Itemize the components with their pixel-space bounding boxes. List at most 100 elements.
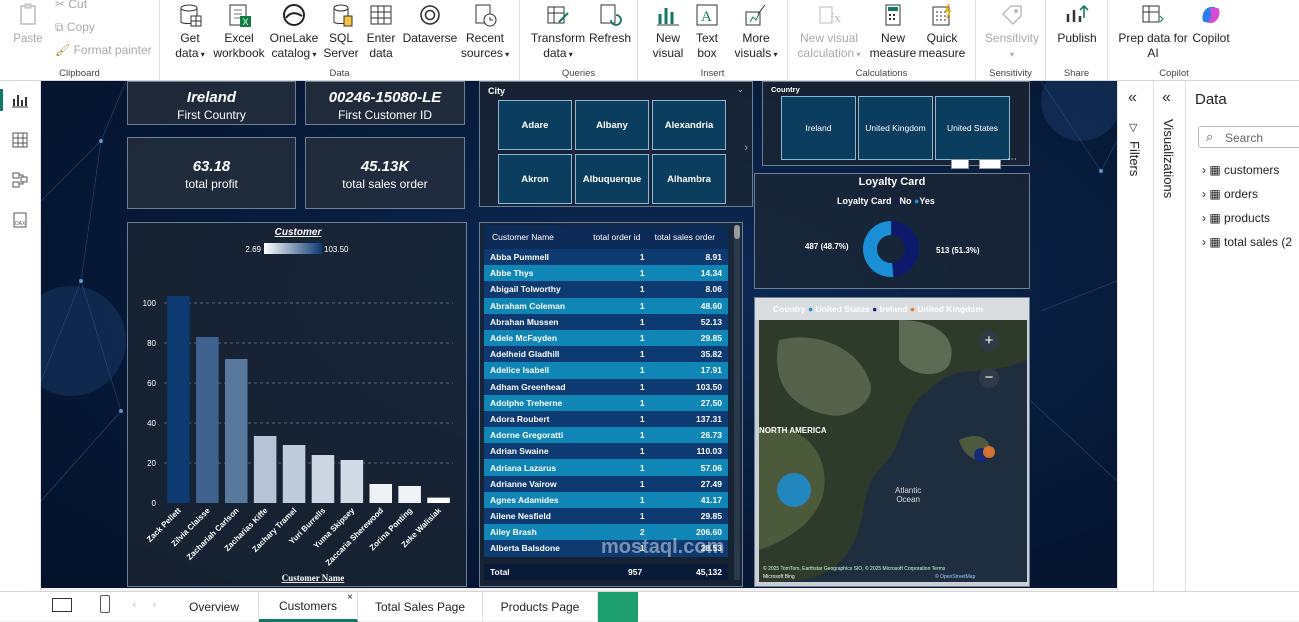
prev-page-icon[interactable]: ‹ xyxy=(133,599,136,609)
table-row[interactable]: Adriana Lazarus 1 57.06 xyxy=(484,459,728,476)
city-tile[interactable]: Akron xyxy=(498,154,572,204)
more-options-icon[interactable]: ⋯ xyxy=(1007,154,1017,165)
dataverse-button[interactable]: Dataverse xyxy=(400,2,460,46)
copilot-button[interactable]: Copilot xyxy=(1188,2,1234,46)
zoom-in-icon[interactable]: + xyxy=(979,331,999,351)
donut-slice-yes[interactable] xyxy=(863,221,894,277)
new-measure-button[interactable]: New measure xyxy=(868,2,918,61)
bar[interactable] xyxy=(311,455,335,503)
bar[interactable] xyxy=(224,359,248,503)
table-row[interactable]: Adrian Swaine 1 110.03 xyxy=(484,443,728,460)
table-row[interactable]: Adelheid Gladhill 1 35.82 xyxy=(484,346,728,363)
bar[interactable] xyxy=(340,460,364,503)
close-tab-icon[interactable]: × xyxy=(347,592,353,603)
dax-query-view-icon[interactable]: DAX xyxy=(11,211,29,229)
prep-data-ai-button[interactable]: Prep data for AI xyxy=(1114,2,1192,61)
visualizations-pane-collapsed[interactable]: « Visualizations xyxy=(1153,81,1185,591)
onelake-catalog-button[interactable]: OneLake catalog ▾ xyxy=(268,2,320,62)
table-row[interactable]: Abigail Tolworthy 1 8.06 xyxy=(484,281,728,298)
data-table-item[interactable]: › ▦ orders xyxy=(1202,187,1258,201)
country-tile[interactable]: United States xyxy=(935,96,1010,160)
customer-bar-chart[interactable]: Customer 2.69 103.50 0 20 40 60 80 100 Zack Pelle… xyxy=(127,222,467,587)
tab-customers[interactable]: Customers × xyxy=(259,592,358,622)
tab-total-sales[interactable]: Total Sales Page xyxy=(358,592,483,622)
table-row[interactable]: Adora Roubert 1 137.31 xyxy=(484,410,728,428)
filters-pane-collapsed[interactable]: « ▽ Filters xyxy=(1117,81,1153,591)
publish-button[interactable]: Publish xyxy=(1054,2,1100,46)
next-page-icon[interactable]: › xyxy=(153,599,156,609)
table-row[interactable]: Ailene Nesfield 1 29.85 xyxy=(484,508,728,525)
table-row[interactable]: Abba Pummell 1 8.91 xyxy=(484,249,728,266)
enter-data-button[interactable]: Enter data xyxy=(360,2,402,61)
more-visuals-button[interactable]: More visuals ▾ xyxy=(730,2,782,62)
recent-sources-button[interactable]: Recent sources ▾ xyxy=(458,2,512,62)
expand-visualizations-icon[interactable]: « xyxy=(1162,89,1171,107)
column-header[interactable]: total sales order xyxy=(650,225,728,249)
mobile-layout-icon[interactable] xyxy=(100,595,110,613)
city-tile[interactable]: Albany xyxy=(575,100,649,150)
country-tile[interactable]: United Kingdom xyxy=(858,96,933,160)
table-view-icon[interactable] xyxy=(11,131,29,149)
table-row[interactable]: Abbe Thys 1 14.34 xyxy=(484,265,728,282)
slicer-scroll-right-icon[interactable]: › xyxy=(744,142,748,154)
table-row[interactable]: Adorne Gregoratti 1 26.73 xyxy=(484,427,728,444)
bar[interactable] xyxy=(282,445,306,503)
bar[interactable] xyxy=(253,436,277,503)
data-table-item[interactable]: › ▦ customers xyxy=(1202,163,1279,177)
copy-button[interactable]: ⧉ Copy xyxy=(55,20,95,35)
tab-products[interactable]: Products Page xyxy=(483,592,598,622)
country-slicer[interactable]: Country Ireland United Kingdom United Stat… xyxy=(762,81,1030,169)
report-view-icon[interactable] xyxy=(11,91,29,109)
first-customer-id-card[interactable]: 00246-15080-LE First Customer ID xyxy=(305,81,465,125)
country-tile[interactable]: Ireland xyxy=(781,96,856,160)
expand-filters-icon[interactable]: « xyxy=(1128,89,1137,107)
new-visual-calculation-button[interactable]: fx New visual calculation ▾ xyxy=(794,2,864,62)
map-bubble-uk[interactable] xyxy=(983,446,995,458)
table-scrollbar[interactable] xyxy=(734,225,740,580)
donut-slice-no[interactable] xyxy=(891,221,920,277)
first-country-card[interactable]: Ireland First Country xyxy=(127,81,296,125)
city-tile[interactable]: Adare xyxy=(498,100,572,150)
customer-table[interactable]: Customer Name total order id total sales o… xyxy=(479,222,743,587)
sensitivity-button[interactable]: Sensitivity ▾ xyxy=(982,2,1042,62)
filter-visual-icon[interactable] xyxy=(951,159,969,169)
total-sales-card[interactable]: 45.13K total sales order xyxy=(305,137,465,209)
table-row[interactable]: Adele McFayden 1 29.85 xyxy=(484,329,728,347)
table-row[interactable]: Adolphe Treherne 1 27.50 xyxy=(484,394,728,411)
cut-button[interactable]: ✂ Cut xyxy=(55,0,87,11)
model-view-icon[interactable] xyxy=(11,171,29,189)
focus-mode-icon[interactable] xyxy=(979,159,1001,169)
paste-button[interactable]: Paste xyxy=(10,2,46,47)
transform-data-button[interactable]: Transform data ▾ xyxy=(530,2,586,62)
terms-link[interactable]: Terms xyxy=(932,566,946,572)
data-table-item[interactable]: › ▦ products xyxy=(1202,211,1270,225)
zoom-out-icon[interactable]: − xyxy=(979,368,999,388)
total-profit-card[interactable]: 63.18 total profit xyxy=(127,137,296,209)
city-tile[interactable]: Alhambra xyxy=(652,154,726,204)
bar[interactable] xyxy=(167,296,190,503)
city-slicer[interactable]: City ⌄ Adare Albany Alexandria Akron Albuque… xyxy=(479,81,753,207)
desktop-layout-icon[interactable] xyxy=(52,598,72,612)
table-row[interactable]: Abraham Coleman 1 48.60 xyxy=(484,297,728,314)
format-painter-button[interactable]: 🖌 Format painter xyxy=(55,43,152,57)
get-data-button[interactable]: Get data ▾ xyxy=(170,2,210,62)
loyalty-card-donut[interactable]: Loyalty Card Loyalty Card ●No ●Yes 487 (… xyxy=(754,173,1030,289)
map-bubble-us[interactable] xyxy=(777,473,811,507)
table-row[interactable]: Adelice Isabell 1 17.91 xyxy=(484,362,728,379)
text-box-button[interactable]: A Text box xyxy=(688,2,726,61)
city-tile[interactable]: Albuquerque xyxy=(575,154,649,204)
table-row[interactable]: Adrianne Vairow 1 27.49 xyxy=(484,475,728,492)
quick-measure-button[interactable]: Quick measure xyxy=(916,2,968,61)
table-row[interactable]: Agnes Adamides 1 41.17 xyxy=(484,491,728,508)
bar[interactable] xyxy=(369,484,393,503)
scrollbar-thumb[interactable] xyxy=(734,225,740,239)
data-search-input[interactable]: ⌕ Search xyxy=(1198,126,1299,148)
add-page-button[interactable] xyxy=(598,592,638,622)
city-tile[interactable]: Alexandria xyxy=(652,100,726,150)
osm-link[interactable]: © OpenStreetMap xyxy=(935,574,975,580)
chevron-down-icon[interactable]: ⌄ xyxy=(736,84,744,95)
new-visual-button[interactable]: New visual xyxy=(648,2,688,61)
tab-overview[interactable]: Overview xyxy=(170,592,259,622)
bar[interactable] xyxy=(196,337,219,503)
column-header[interactable]: Customer Name xyxy=(484,225,590,249)
